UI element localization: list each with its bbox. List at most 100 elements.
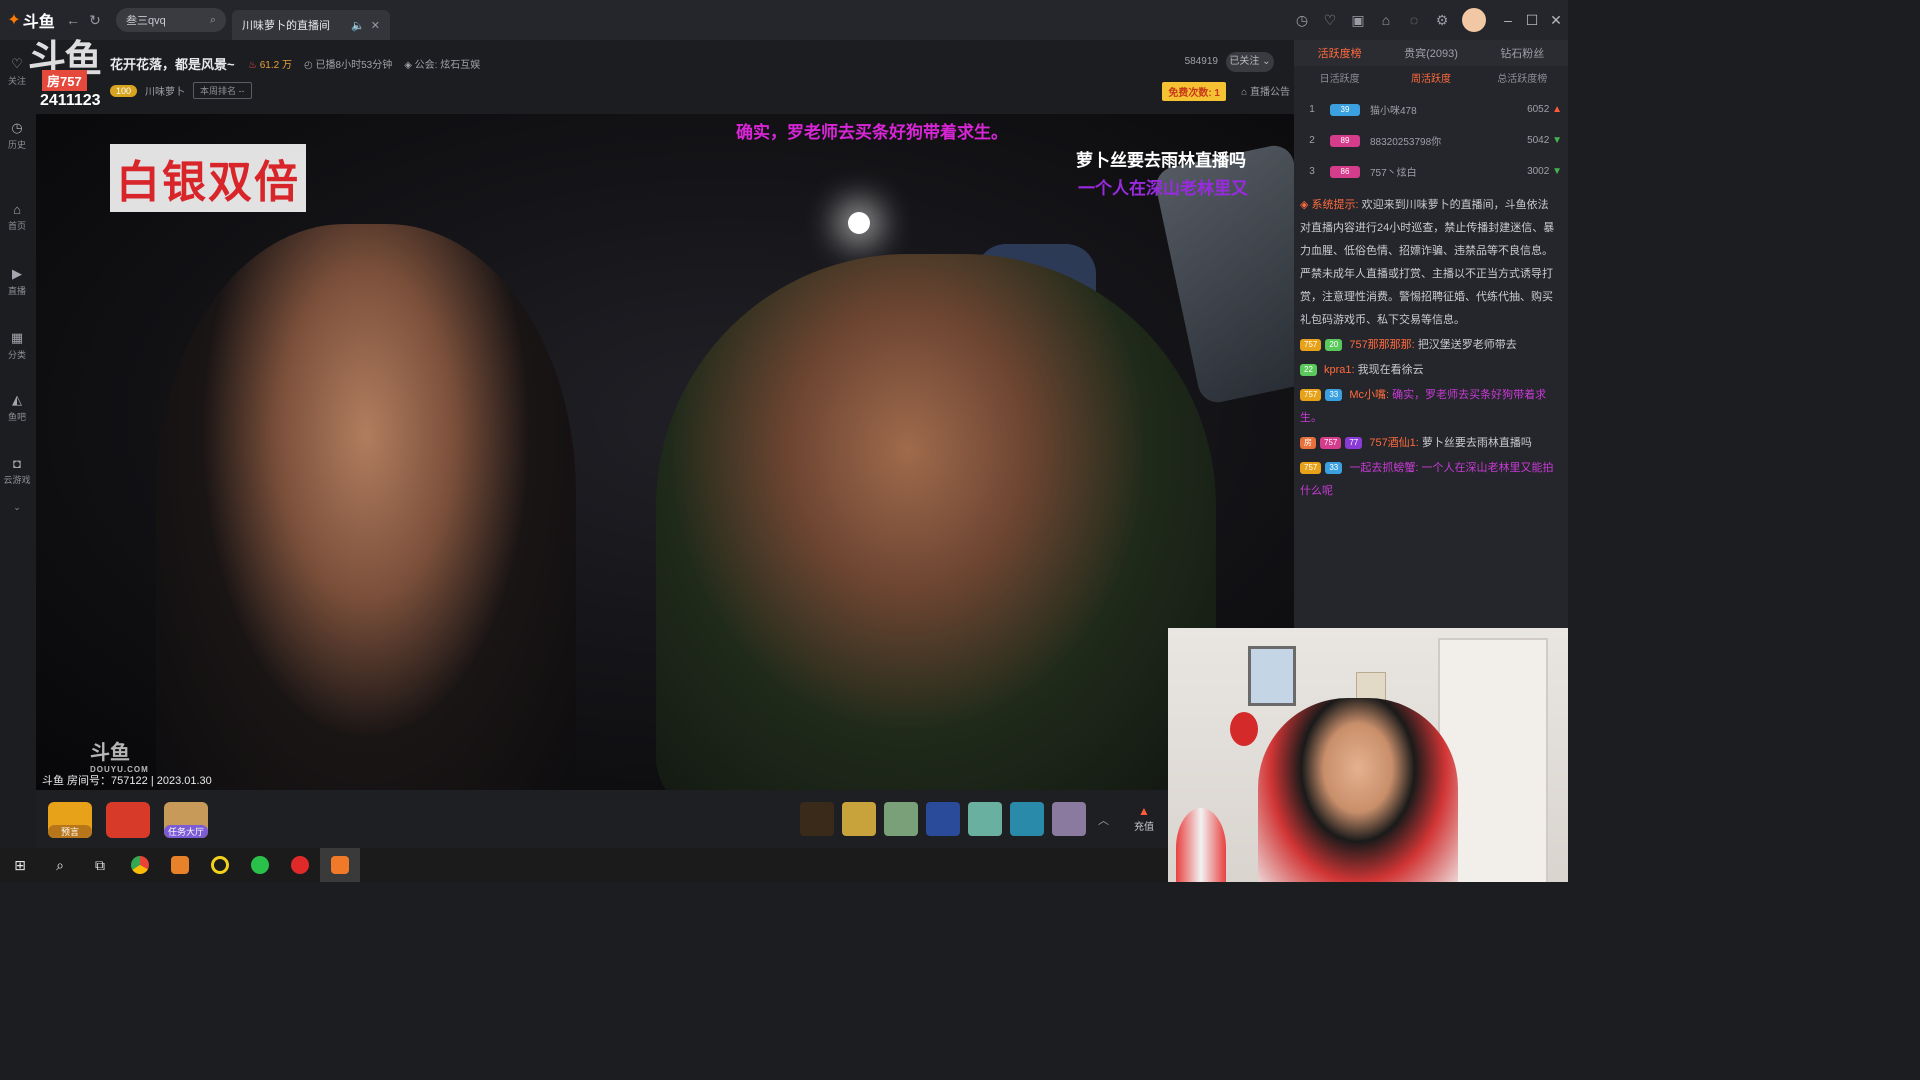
chat-user[interactable]: kpra1: [1324,364,1355,376]
settings-icon[interactable]: ⚙ [1428,12,1456,29]
gift-list [800,802,1086,836]
user-avatar[interactable] [1462,8,1486,32]
rank-row[interactable]: 3 86 757丶炫白 3002 ▼ [1294,156,1568,187]
recharge-button[interactable]: ▲ 充值 [1130,804,1158,833]
tab-vip[interactable]: 贵宾(2093) [1385,45,1476,61]
guild-info[interactable]: ◈ 公会: 炫石互娱 [404,56,480,71]
live-time-text: 已播8小时53分钟 [315,60,393,71]
sidebar-item-home[interactable]: ⌂ 首页 [0,202,34,232]
task-hall-button[interactable]: 任务大厅 [164,802,208,838]
chat-user[interactable]: Mc小嘴: [1349,389,1389,401]
close-window-icon[interactable]: ✕ [1544,12,1568,29]
search-box[interactable]: 叁三qvq ⌕ [116,8,226,32]
close-tab-icon[interactable]: ✕ [371,19,380,32]
gift-box-button[interactable] [106,802,150,838]
sidebar-item-category[interactable]: ▦ 分类 [0,330,34,361]
gift-item[interactable] [926,802,960,836]
tab-live-room[interactable]: 川味萝卜的直播间 🔈 ✕ [232,10,390,40]
badge: 20 [1325,339,1343,352]
streamer-left [156,224,576,790]
search-icon[interactable]: ⌕ [40,848,80,882]
tv-icon: ▶ [12,266,22,281]
sidebar-item-fishbar[interactable]: ◭ 鱼吧 [0,392,34,423]
sidebar-item-cloud-game[interactable]: ◘ 云游戏 [0,456,34,486]
live-notice-button[interactable]: ⌂ 直播公告 [1241,83,1290,98]
subtab-weekly[interactable]: 周活跃度 [1385,70,1476,85]
maximize-icon[interactable]: ☐ [1520,12,1544,29]
douyu-active-icon[interactable] [320,848,360,882]
arrow-down-icon: ▼ [1552,135,1562,146]
subtab-daily[interactable]: 日活跃度 [1294,70,1385,85]
wechat-icon[interactable] [240,848,280,882]
chat-text: 萝卜丝要去雨林直播吗 [1421,437,1532,449]
rank-row[interactable]: 2 89 88320253798你 5042 ▼ [1294,125,1568,156]
gift-item[interactable] [968,802,1002,836]
minimize-icon[interactable]: – [1496,12,1520,28]
message-icon[interactable]: ◌ [1400,12,1428,28]
badge: 757 [1300,339,1322,352]
rank-tabs: 活跃度榜 贵宾(2093) 钻石粉丝 [1294,40,1568,66]
gift-item[interactable] [1010,802,1044,836]
subtab-total[interactable]: 总活跃度榜 [1477,70,1568,85]
room-header: 花开花落，都是风景~ ♨ 61.2 万 ◴ 已播8小时53分钟 ◈ 公会: 炫石… [110,46,1290,106]
room-logo-number: 2411123 [40,92,101,109]
chat-message[interactable]: 22 kpra1: 我现在看徐云 [1300,359,1556,382]
rank-name: 757丶炫白 [1370,168,1417,179]
chat-user[interactable]: 757那那那那: [1349,339,1414,351]
chevron-down-icon[interactable]: ⌄ [0,502,34,513]
chat-message[interactable]: 757 33 一起去抓螃蟹: 一个人在深山老林里又能拍什么呢 [1300,457,1556,503]
rank-number: 1 [1309,104,1315,115]
sidebar-item-history[interactable]: ◷ 历史 [0,120,34,151]
gift-item[interactable] [1052,802,1086,836]
chat-user[interactable]: 一起去抓螃蟹: [1349,462,1418,474]
danmaku-3: 一个人在深山老林里又 [1078,179,1248,198]
chrome-icon[interactable] [120,848,160,882]
heart-icon[interactable]: ♡ [1316,12,1344,29]
speaker-icon[interactable]: 🔈 [351,19,365,32]
prediction-button[interactable]: 预言 [48,802,92,838]
chat-message[interactable]: 757 20 757那那那那: 把汉堡送罗老师带去 [1300,334,1556,357]
weekly-rank-button[interactable]: 本周排名 -- [193,82,252,99]
streamer-name[interactable]: 川味萝卜 [145,83,185,98]
search-input[interactable]: 叁三qvq [126,12,210,28]
search-icon[interactable]: ⌕ [210,14,216,27]
gift-item[interactable] [842,802,876,836]
chat-text: 我现在看徐云 [1357,364,1424,376]
chevron-up-icon[interactable]: ︿ [1098,812,1109,828]
rank-score: 6052 ▲ [1516,104,1568,115]
chat-user[interactable]: 757酒仙1: [1369,437,1419,449]
watermark-text: 斗鱼 [90,742,130,764]
chat-message[interactable]: 757 33 Mc小嘴: 确实，罗老师去买条好狗带着求生。 [1300,384,1556,430]
follow-button[interactable]: 已关注 ⌄ [1226,52,1274,72]
fish-logo-icon: ✦ [7,12,21,29]
task-view-icon[interactable]: ⧉ [80,848,120,882]
notice-label: 直播公告 [1250,87,1290,98]
tab-activity-rank[interactable]: 活跃度榜 [1294,45,1385,61]
douyu-app-icon[interactable] [160,848,200,882]
tab-diamond-fans[interactable]: 钻石粉丝 [1477,45,1568,61]
badge: 22 [1300,364,1317,377]
chat-message[interactable]: 房 757 77 757酒仙1: 萝卜丝要去雨林直播吗 [1300,432,1556,455]
recharge-icon: ▲ [1138,804,1150,818]
windows-start-icon[interactable]: ⊞ [0,848,40,882]
sidebar-item-live[interactable]: ▶ 直播 [0,266,34,297]
streamer-right [656,254,1216,790]
refresh-icon[interactable]: ↻ [84,12,106,29]
back-arrow-icon[interactable]: ← [62,12,84,28]
rocket-figure [1176,808,1226,882]
calendar-check-icon[interactable]: ▣ [1344,12,1372,29]
room-row-2: 100 川味萝卜 本周排名 -- [110,82,252,99]
gift-item[interactable] [884,802,918,836]
rank-row[interactable]: 1 39 猫小咪478 6052 ▲ [1294,94,1568,125]
guild-text: 公会: 炫石互娱 [414,60,481,71]
rank-name: 88320253798你 [1370,137,1442,148]
free-count-button[interactable]: 免费次数: 1 [1162,82,1226,101]
netease-music-icon[interactable] [280,848,320,882]
circle-app-icon[interactable] [200,848,240,882]
shirt-icon[interactable]: ⌂ [1372,12,1400,28]
history-icon[interactable]: ◷ [1288,12,1316,29]
system-message: ◈ 系统提示: 欢迎来到川味萝卜的直播间，斗鱼依法对直播内容进行24小时巡查，禁… [1300,194,1556,332]
gift-bar-left: 预言 任务大厅 [48,802,208,838]
gift-item[interactable] [800,802,834,836]
video-player[interactable]: 白银双倍 确实，罗老师去买条好狗带着求生。 萝卜丝要去雨林直播吗 一个人在深山老… [36,114,1294,790]
